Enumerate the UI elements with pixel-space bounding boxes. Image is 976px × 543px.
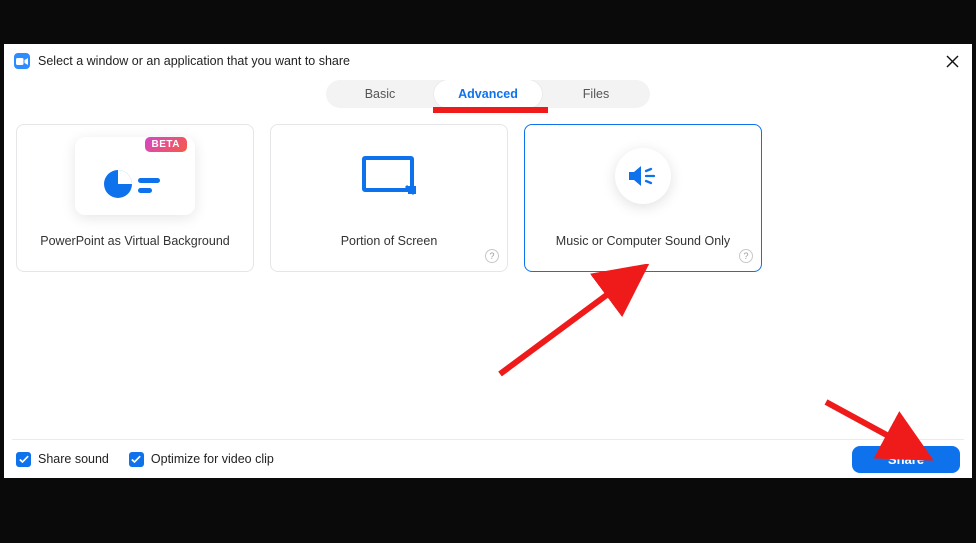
checkbox-optimize-video[interactable]: Optimize for video clip — [129, 452, 274, 467]
screen-portion-icon — [329, 137, 449, 215]
powerpoint-icon: BETA — [75, 137, 195, 215]
tabs-container: Basic Advanced Files — [4, 76, 972, 108]
sound-icon — [583, 137, 703, 215]
help-icon[interactable]: ? — [739, 249, 753, 263]
beta-badge: BETA — [145, 137, 187, 152]
checkmark-icon — [129, 452, 144, 467]
tabs: Basic Advanced Files — [326, 80, 650, 108]
close-icon[interactable] — [942, 51, 962, 71]
card-powerpoint-virtual-bg[interactable]: BETA PowerPoint as Virtual Background — [16, 124, 254, 272]
checkbox-label: Optimize for video clip — [151, 452, 274, 466]
tab-files[interactable]: Files — [542, 80, 650, 108]
cards-row: BETA PowerPoint as Virtual Background — [4, 108, 972, 439]
dialog-title: Select a window or an application that y… — [38, 54, 942, 68]
tab-basic[interactable]: Basic — [326, 80, 434, 108]
share-dialog: Select a window or an application that y… — [4, 44, 972, 478]
card-portion-of-screen[interactable]: Portion of Screen ? — [270, 124, 508, 272]
app-icon — [14, 53, 30, 69]
card-music-computer-sound[interactable]: Music or Computer Sound Only ? — [524, 124, 762, 272]
annotation-underline — [433, 107, 548, 113]
card-label: Music or Computer Sound Only — [550, 234, 736, 248]
checkbox-share-sound[interactable]: Share sound — [16, 452, 109, 467]
share-button[interactable]: Share — [852, 446, 960, 473]
title-bar: Select a window or an application that y… — [4, 44, 972, 76]
tab-advanced[interactable]: Advanced — [434, 80, 542, 108]
footer: Share sound Optimize for video clip Shar… — [4, 440, 972, 478]
checkbox-label: Share sound — [38, 452, 109, 466]
help-icon[interactable]: ? — [485, 249, 499, 263]
card-label: PowerPoint as Virtual Background — [34, 234, 235, 248]
card-label: Portion of Screen — [335, 234, 444, 248]
checkmark-icon — [16, 452, 31, 467]
